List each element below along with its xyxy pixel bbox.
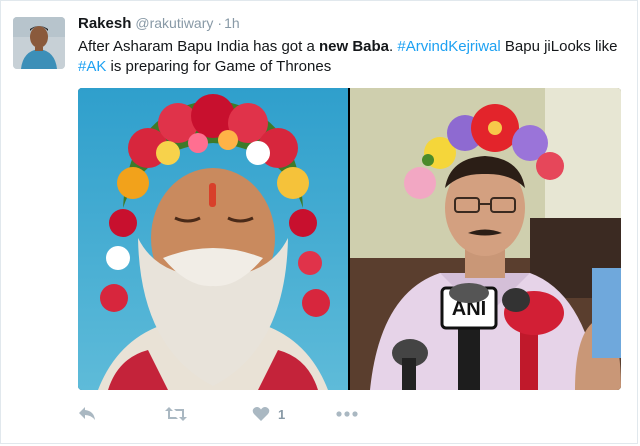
hashtag-link-arvindkejriwal[interactable]: #ArvindKejriwal bbox=[397, 38, 500, 55]
reply-icon bbox=[78, 406, 96, 422]
tweet-text: After Asharam Bapu India has got a new B… bbox=[78, 37, 626, 77]
text-segment: After Asharam Bapu India has got a bbox=[78, 38, 319, 55]
tweet-timestamp[interactable]: 1h bbox=[224, 15, 240, 31]
avatar-image bbox=[13, 17, 65, 69]
tweet-card[interactable]: Rakesh @rakutiwary · 1h After Asharam Bapu … bbox=[0, 0, 638, 444]
more-icon bbox=[336, 411, 358, 417]
text-segment-bold: new Baba bbox=[318, 38, 390, 55]
heart-icon bbox=[252, 406, 270, 422]
author-handle[interactable]: @rakutiwary bbox=[135, 15, 213, 31]
like-count: 1 bbox=[278, 406, 286, 422]
avatar[interactable] bbox=[13, 17, 65, 69]
retweet-button[interactable] bbox=[165, 403, 187, 425]
like-button[interactable]: 1 bbox=[252, 403, 285, 425]
reply-button[interactable] bbox=[78, 403, 96, 425]
man-flower-crown-microphones-image: ANI bbox=[350, 88, 621, 390]
retweet-icon bbox=[165, 406, 187, 422]
text-segment: Bapu jiLooks like bbox=[500, 38, 618, 55]
header-separator: · bbox=[217, 15, 223, 31]
media-photo-left[interactable] bbox=[78, 88, 348, 390]
more-button[interactable] bbox=[336, 403, 358, 425]
hashtag-link-ak[interactable]: #AK bbox=[78, 58, 106, 75]
bearded-man-flower-crown-image bbox=[78, 88, 348, 390]
text-segment: is preparing for Game of Thrones bbox=[106, 58, 332, 75]
tweet-actions: 1 bbox=[78, 403, 478, 425]
media-photo-right[interactable]: ANI bbox=[350, 88, 621, 390]
tweet-header: Rakesh @rakutiwary · 1h bbox=[78, 15, 240, 32]
tweet-media[interactable]: ANI bbox=[78, 88, 621, 390]
author-name[interactable]: Rakesh bbox=[78, 15, 131, 32]
